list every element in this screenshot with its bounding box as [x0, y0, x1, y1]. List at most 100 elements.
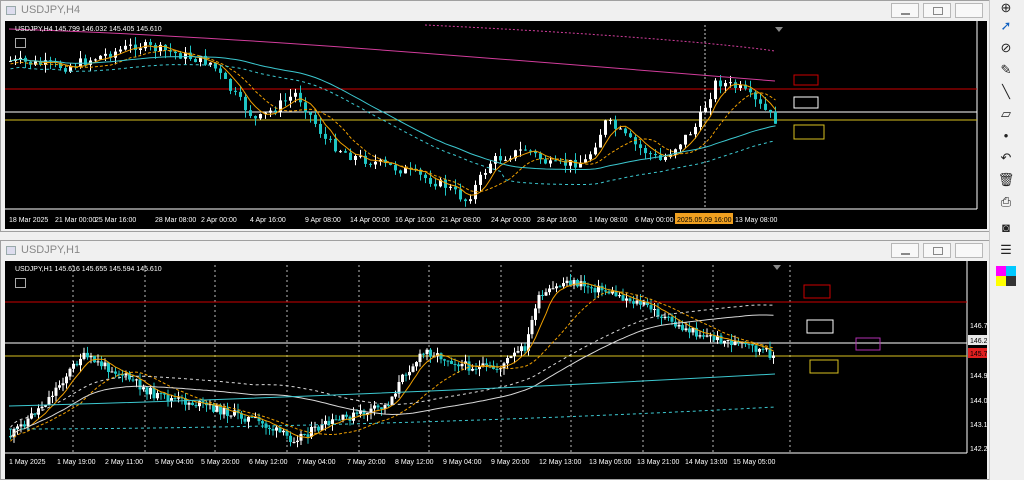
window-titlebar-h1[interactable]: USDJPY,H1: [1, 241, 989, 261]
ma-slow-dashed-line: [10, 64, 776, 186]
price-axis-label: 146.765: [970, 323, 987, 330]
candle-body: [530, 319, 534, 335]
candle-body: [179, 53, 182, 59]
price-axis-label: 144.965: [970, 373, 987, 380]
candle-body: [464, 199, 467, 202]
chart-settings-icon-h1[interactable]: [15, 278, 26, 288]
candle-body: [751, 344, 754, 346]
price-chart-h1[interactable]: 146.765 146.200 145.700 144.965 144.005 143.1…: [5, 261, 987, 479]
candle-body: [574, 159, 577, 168]
price-chart-h4[interactable]: 18 Mar 2025 21 Mar 00:00 25 Mar 16:00 28 Ma…: [5, 21, 987, 229]
candle-body: [399, 170, 402, 174]
camera-icon[interactable]: ◙: [996, 220, 1016, 236]
minimize-button-h1[interactable]: [891, 243, 919, 258]
candle-body: [593, 288, 597, 293]
candle-body: [499, 156, 502, 161]
minimize-button[interactable]: [891, 3, 919, 18]
candle-body: [119, 49, 122, 52]
time-axis-label: 2 Apr 00:00: [201, 217, 237, 224]
candle-body: [114, 371, 117, 374]
candle-body: [68, 368, 72, 377]
candle-body: [719, 80, 722, 87]
candle-body: [159, 393, 163, 395]
eraser-icon[interactable]: ▱: [996, 106, 1016, 122]
dot-icon[interactable]: •: [996, 128, 1016, 144]
candle-body: [632, 301, 635, 304]
support-zone-box-h1: [809, 359, 839, 374]
time-axis-label-h1: 7 May 20:00: [347, 459, 386, 466]
color-palette-icon[interactable]: [996, 266, 1016, 286]
candle-body: [142, 387, 145, 390]
maximize-button[interactable]: [923, 3, 951, 18]
candle-body: [649, 305, 653, 310]
candle-body: [30, 413, 33, 419]
candle-body: [759, 99, 762, 104]
candle-body: [247, 416, 250, 422]
candle-body: [422, 353, 425, 355]
time-axis-label-h1: 12 May 13:00: [539, 459, 582, 466]
candle-body: [404, 374, 408, 376]
candle-body: [234, 90, 237, 92]
candle-body: [467, 361, 471, 371]
close-button[interactable]: [955, 3, 983, 18]
candle-body: [664, 156, 667, 161]
candle-body: [723, 340, 726, 344]
undo-icon[interactable]: ↶: [996, 150, 1016, 166]
candle-body: [58, 385, 61, 388]
candle-body: [194, 404, 198, 407]
pencil-icon[interactable]: ✎: [996, 62, 1016, 78]
cursor-icon[interactable]: ➚: [996, 18, 1016, 34]
candle-body: [609, 119, 612, 121]
crosshair-icon[interactable]: ⊕: [996, 0, 1016, 16]
candle-body: [453, 363, 457, 365]
candle-body: [729, 82, 732, 84]
candle-body: [459, 189, 462, 200]
candle-body: [354, 155, 357, 160]
time-axis-label-h1: 9 May 20:00: [491, 459, 530, 466]
candle-body: [649, 153, 652, 155]
candle-body: [705, 335, 709, 337]
line-icon[interactable]: ╲: [996, 84, 1016, 100]
candle-body: [774, 111, 777, 124]
candle-body: [289, 96, 292, 101]
candle-body: [594, 147, 597, 155]
candle-body: [373, 405, 376, 409]
trash-icon[interactable]: 🗑: [996, 172, 1016, 188]
candle-body: [449, 186, 452, 188]
candle-body: [329, 138, 332, 140]
candle-body: [82, 352, 86, 359]
candle-body: [304, 102, 307, 113]
candle-body: [99, 55, 102, 60]
list-icon[interactable]: ☰: [996, 242, 1016, 258]
candle-body: [733, 341, 737, 346]
symbol-ohlc-label-h1: USDJPY,H1 145.616 145.655 145.594 145.61…: [15, 266, 162, 288]
time-axis-label: 18 Mar 2025: [9, 217, 48, 224]
candle-body: [331, 419, 334, 425]
print-icon[interactable]: ⎙: [996, 194, 1016, 210]
candle-body: [734, 82, 737, 88]
time-axis-label: 28 Apr 16:00: [537, 217, 577, 224]
ma-long-line: [8, 28, 776, 82]
candle-body: [660, 316, 663, 318]
candle-body: [72, 363, 75, 369]
ohlc-text: USDJPY,H4 145.799 146.032 145.405 145.61…: [15, 26, 162, 33]
candle-body: [724, 83, 727, 87]
window-titlebar[interactable]: USDJPY,H4: [1, 1, 989, 21]
candle-body: [709, 99, 712, 108]
close-button-h1[interactable]: [955, 243, 983, 258]
candle-body: [457, 364, 460, 367]
candle-body: [684, 328, 688, 331]
candle-body: [239, 91, 242, 97]
candle-body: [47, 396, 51, 406]
magnet-icon[interactable]: ⊘: [996, 40, 1016, 56]
candle-body: [324, 133, 327, 139]
candle-body: [314, 114, 317, 124]
time-axis-label: 21 Apr 08:00: [441, 217, 481, 224]
candle-body: [394, 164, 397, 171]
candle-body: [544, 292, 548, 296]
price-axis-label: 146.200: [970, 338, 987, 345]
candle-body: [124, 45, 127, 50]
maximize-button-h1[interactable]: [923, 243, 951, 258]
candle-body: [380, 407, 383, 409]
chart-settings-icon[interactable]: [15, 38, 26, 48]
